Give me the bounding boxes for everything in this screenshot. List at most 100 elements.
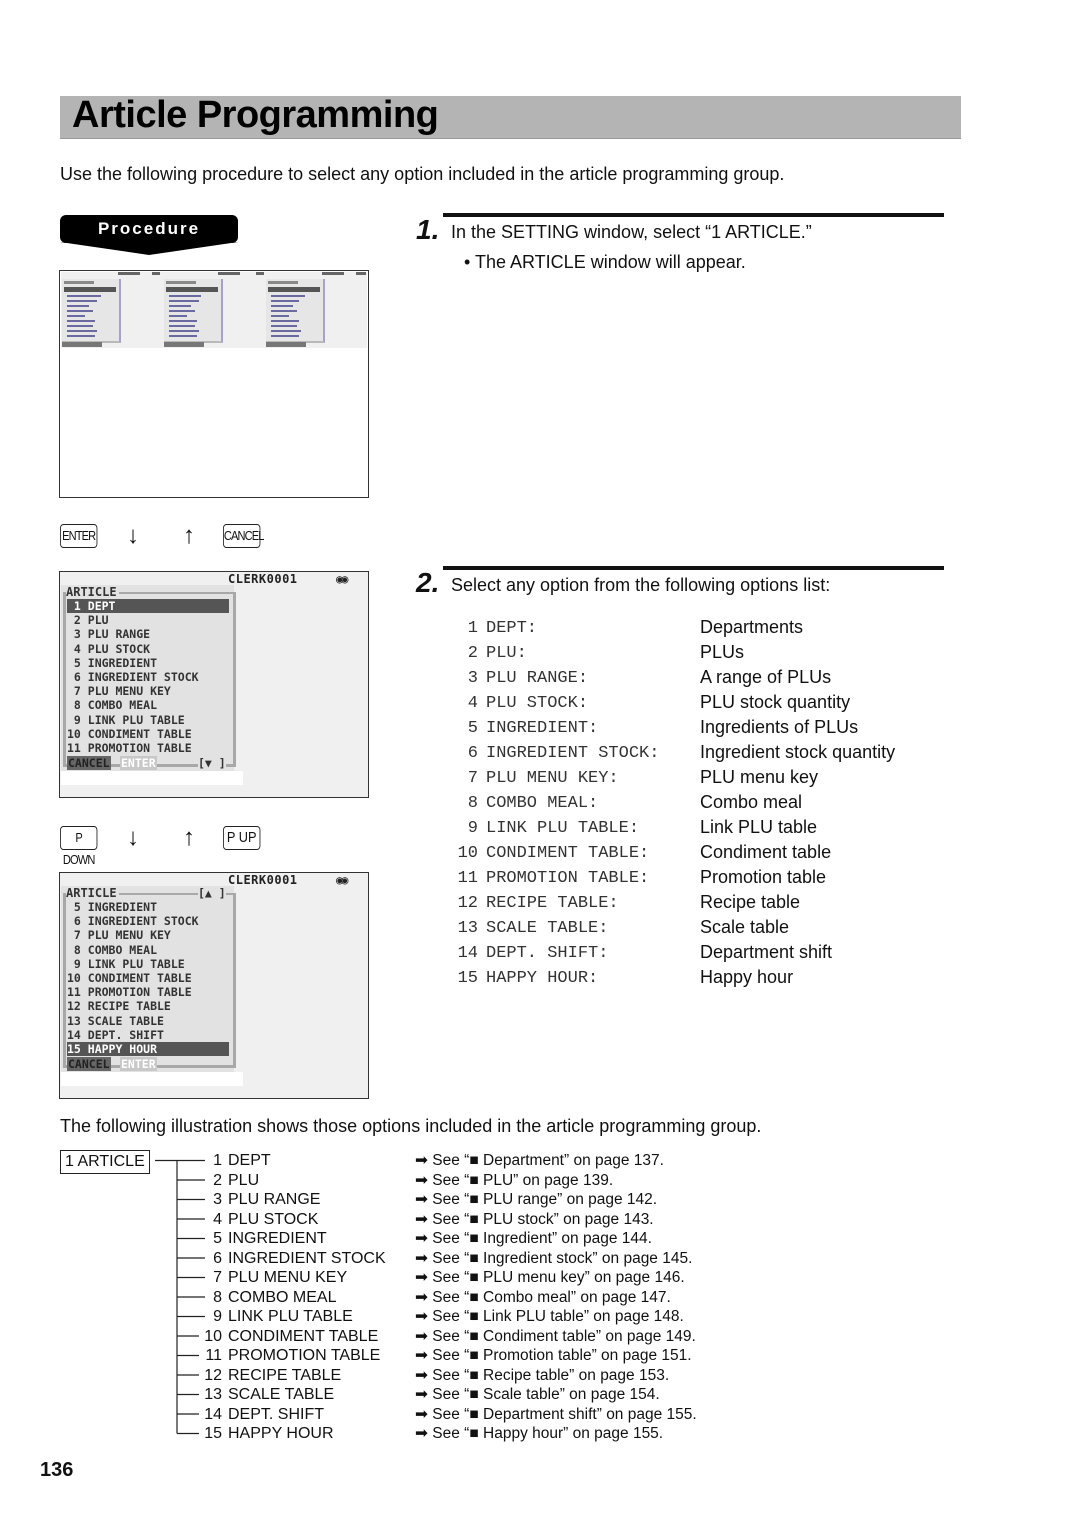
page-reference-link[interactable]: ➡ See “■ PLU stock” on page 143. bbox=[415, 1210, 697, 1230]
menu-item[interactable]: 11 PROMOTION TABLE bbox=[67, 985, 229, 999]
page-reference-link[interactable]: ➡ See “■ Promotion table” on page 151. bbox=[415, 1346, 697, 1366]
status-icon: ◉◉ bbox=[336, 873, 349, 887]
tree-item-label: PLU STOCK bbox=[228, 1210, 319, 1228]
page-reference-link[interactable]: ➡ See “■ Ingredient stock” on page 145. bbox=[415, 1249, 697, 1269]
tree-item-number: 15 bbox=[204, 1425, 222, 1442]
menu-item[interactable]: 8 COMBO MEAL bbox=[67, 943, 229, 957]
menu-item[interactable]: 7 PLU MENU KEY bbox=[67, 928, 229, 942]
page-reference-link[interactable]: ➡ See “■ Condiment table” on page 149. bbox=[415, 1327, 697, 1347]
thumbnail-window-2 bbox=[164, 279, 223, 347]
step-1-rule bbox=[443, 213, 944, 217]
option-code: PLU STOCK: bbox=[486, 694, 589, 713]
page-up-key[interactable]: P UP bbox=[223, 826, 261, 850]
lcd-enter-button[interactable]: ENTER bbox=[120, 1057, 157, 1071]
tree-item: 6 INGREDIENT STOCK bbox=[200, 1249, 386, 1269]
option-code: LINK PLU TABLE: bbox=[486, 819, 640, 838]
menu-item[interactable]: 14 DEPT. SHIFT bbox=[67, 1028, 229, 1042]
up-arrow-icon[interactable]: ↑ bbox=[183, 826, 195, 850]
page-reference-link[interactable]: ➡ See “■ Link PLU table” on page 148. bbox=[415, 1307, 697, 1327]
menu-list: 1 DEPT 2 PLU 3 PLU RANGE 4 PLU STOCK 5 I… bbox=[67, 599, 229, 755]
tree-item-label: HAPPY HOUR bbox=[228, 1425, 334, 1442]
option-row: 4 PLU STOCK: PLU stock quantity bbox=[450, 692, 920, 717]
scroll-indicator: [▲ ] bbox=[198, 886, 226, 901]
menu-item[interactable]: 3 PLU RANGE bbox=[67, 627, 229, 641]
lcd-enter-button[interactable]: ENTER bbox=[120, 756, 157, 770]
menu-item[interactable]: 12 RECIPE TABLE bbox=[67, 999, 229, 1013]
cancel-key[interactable]: CANCEL bbox=[223, 524, 264, 548]
menu-item[interactable]: 6 INGREDIENT STOCK bbox=[67, 914, 229, 928]
page-reference-link[interactable]: ➡ See “■ Department shift” on page 155. bbox=[415, 1405, 697, 1425]
tree-item-number: 5 bbox=[213, 1230, 222, 1247]
screen-article-page1: CLERK0001 ◉◉ ARTICLE 1 DEPT 2 PLU 3 PLU … bbox=[59, 571, 369, 798]
page-reference-link[interactable]: ➡ See “■ PLU range” on page 142. bbox=[415, 1190, 697, 1210]
menu-item[interactable]: 13 SCALE TABLE bbox=[67, 1014, 229, 1028]
page-down-key[interactable]: P DOWN bbox=[60, 826, 98, 867]
option-description: A range of PLUs bbox=[700, 667, 832, 687]
tree-item-number: 4 bbox=[213, 1210, 222, 1228]
lcd-cancel-button[interactable]: CANCEL bbox=[67, 756, 111, 770]
menu-item[interactable]: 6 INGREDIENT STOCK bbox=[67, 670, 229, 684]
menu-item[interactable]: 15 HAPPY HOUR bbox=[67, 1042, 229, 1057]
panel-title: ARTICLE bbox=[66, 585, 119, 599]
tree-item: 13 SCALE TABLE bbox=[200, 1385, 386, 1405]
option-description: PLU menu key bbox=[700, 767, 819, 787]
page-reference-link[interactable]: ➡ See “■ Department” on page 137. bbox=[415, 1151, 697, 1171]
menu-item[interactable]: 10 CONDIMENT TABLE bbox=[67, 971, 229, 985]
page-reference-link[interactable]: ➡ See “■ PLU menu key” on page 146. bbox=[415, 1268, 697, 1288]
option-description: Recipe table bbox=[700, 892, 801, 912]
tree-item-number: 6 bbox=[213, 1249, 222, 1267]
menu-item[interactable]: 5 INGREDIENT bbox=[67, 656, 229, 670]
page-reference-link[interactable]: ➡ See “■ Recipe table” on page 153. bbox=[415, 1366, 697, 1386]
option-description: Link PLU table bbox=[700, 817, 818, 837]
tree-item-number: 9 bbox=[213, 1308, 222, 1325]
page-reference-link[interactable]: ➡ See “■ Combo meal” on page 147. bbox=[415, 1288, 697, 1308]
option-code: PLU MENU KEY: bbox=[486, 769, 619, 788]
tree-item-number: 11 bbox=[205, 1347, 222, 1364]
up-arrow-icon[interactable]: ↑ bbox=[183, 524, 195, 548]
tree-item-label: CONDIMENT TABLE bbox=[228, 1327, 379, 1345]
page-reference-link[interactable]: ➡ See “■ Scale table” on page 154. bbox=[415, 1385, 697, 1405]
menu-item[interactable]: 4 PLU STOCK bbox=[67, 642, 229, 656]
options-list: 1 DEPT: Departments 2 PLU: PLUs 3 PLU RANGE: A r… bbox=[450, 617, 920, 992]
menu-item[interactable]: 2 PLU bbox=[67, 613, 229, 627]
page-reference-link[interactable]: ➡ See “■ Happy hour” on page 155. bbox=[415, 1424, 697, 1444]
menu-item[interactable]: 9 LINK PLU TABLE bbox=[67, 957, 229, 971]
option-number: 4 bbox=[467, 694, 478, 713]
option-code: SCALE TABLE: bbox=[486, 919, 609, 938]
tree-item-label: RECIPE TABLE bbox=[228, 1366, 342, 1384]
screen-article-page2: CLERK0001 ◉◉ ARTICLE [▲ ] 5 INGREDIENT 6… bbox=[59, 872, 369, 1099]
clerk-id: CLERK0001 bbox=[228, 873, 298, 887]
tree-item-label: SCALE TABLE bbox=[228, 1386, 335, 1403]
menu-item[interactable]: 8 COMBO MEAL bbox=[67, 698, 229, 712]
menu-item[interactable]: 9 LINK PLU TABLE bbox=[67, 713, 229, 727]
tree-item: 9 LINK PLU TABLE bbox=[200, 1307, 386, 1327]
lcd-cancel-button[interactable]: CANCEL bbox=[67, 1057, 111, 1071]
enter-key[interactable]: ENTER bbox=[60, 524, 98, 548]
menu-item[interactable]: 11 PROMOTION TABLE bbox=[67, 741, 229, 755]
page-reference-link[interactable]: ➡ See “■ Ingredient” on page 144. bbox=[415, 1229, 697, 1249]
tree-item: 7 PLU MENU KEY bbox=[200, 1268, 386, 1288]
tree-item: 14 DEPT. SHIFT bbox=[200, 1405, 386, 1425]
menu-item[interactable]: 5 INGREDIENT bbox=[67, 900, 229, 914]
option-description: Ingredients of PLUs bbox=[700, 717, 859, 737]
option-number: 15 bbox=[457, 969, 478, 988]
tree-item-label: PLU MENU KEY bbox=[228, 1269, 348, 1286]
down-arrow-icon[interactable]: ↓ bbox=[127, 826, 139, 850]
menu-item[interactable]: 10 CONDIMENT TABLE bbox=[67, 727, 229, 741]
tree-references: ➡ See “■ Department” on page 137. ➡ See “… bbox=[415, 1151, 697, 1444]
tree-item-label: INGREDIENT bbox=[228, 1230, 327, 1247]
tree-item: 10 CONDIMENT TABLE bbox=[200, 1327, 386, 1347]
page-reference-link[interactable]: ➡ See “■ PLU” on page 139. bbox=[415, 1171, 697, 1191]
option-row: 8 COMBO MEAL: Combo meal bbox=[450, 792, 920, 817]
tree-item: 3 PLU RANGE bbox=[200, 1190, 386, 1210]
option-row: 7 PLU MENU KEY: PLU menu key bbox=[450, 767, 920, 792]
menu-item[interactable]: 1 DEPT bbox=[67, 599, 229, 614]
down-arrow-icon[interactable]: ↓ bbox=[127, 524, 139, 548]
tree-item: 1 DEPT bbox=[200, 1151, 386, 1171]
tree-item: 15 HAPPY HOUR bbox=[200, 1424, 386, 1444]
option-description: Ingredient stock quantity bbox=[700, 742, 896, 762]
option-description: PLUs bbox=[700, 642, 745, 662]
option-row: 14 DEPT. SHIFT: Department shift bbox=[450, 942, 920, 967]
tree-item-label: PLU RANGE bbox=[228, 1191, 321, 1208]
menu-item[interactable]: 7 PLU MENU KEY bbox=[67, 684, 229, 698]
